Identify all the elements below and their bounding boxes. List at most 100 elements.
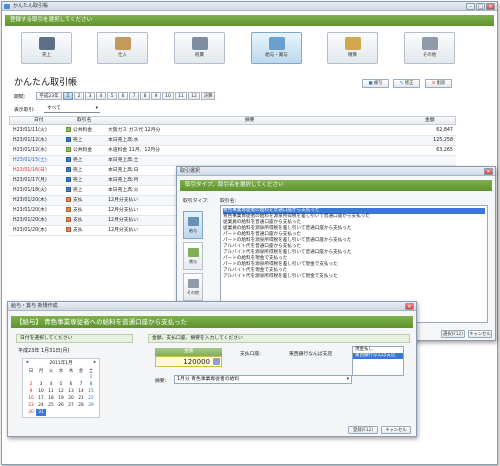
- tab-expense[interactable]: 経費: [174, 32, 225, 64]
- copy-button[interactable]: ■ 複写: [362, 79, 389, 88]
- row-summary: 12月分支払い: [108, 198, 139, 203]
- close-icon[interactable]: ×: [405, 303, 414, 310]
- row-date: H23/01/20(木): [13, 208, 47, 213]
- calendar-day[interactable]: 8: [86, 381, 96, 388]
- calendar-day[interactable]: 23: [26, 402, 36, 409]
- tab-salary[interactable]: 給与・賞与: [251, 32, 302, 64]
- month-2-button[interactable]: 2: [74, 92, 84, 100]
- row-summary: 本日売上高:土: [108, 158, 139, 163]
- row-category: 売上: [66, 176, 83, 186]
- maximize-icon[interactable]: □: [476, 3, 485, 10]
- month-7-button[interactable]: 7: [129, 92, 139, 100]
- month-4-button[interactable]: 4: [96, 92, 106, 100]
- weekday-label: 土: [88, 368, 94, 374]
- month-9-button[interactable]: 9: [151, 92, 161, 100]
- table-row[interactable]: H23/01/15(土) 売上 本日売上高:土: [9, 156, 456, 166]
- calendar-day[interactable]: 26: [56, 402, 66, 409]
- tab-purchase[interactable]: 仕入: [97, 32, 148, 64]
- tab-settlement[interactable]: 精算: [327, 32, 378, 64]
- table-row[interactable]: H23/01/12(水) 売上 本日売上高:水 125,258: [9, 136, 456, 146]
- calendar-grid: 日月火水木金土 1 2 3 4 5 6 7 8 9 10 11 12 13 14 15 16 17 18 19 20 21…: [26, 367, 96, 416]
- select-dialog-titlebar: 取引選択: [177, 167, 495, 176]
- month-1-button[interactable]: 1: [63, 92, 73, 100]
- month-8-button[interactable]: 8: [140, 92, 150, 100]
- main-titlebar: かんたん取引帳: [2, 2, 497, 11]
- calendar-day[interactable]: 31: [36, 409, 46, 416]
- tab-other[interactable]: その他: [404, 32, 455, 64]
- calendar-day[interactable]: 1: [86, 374, 96, 381]
- calendar-day[interactable]: 9: [26, 388, 36, 395]
- calendar-day[interactable]: 20: [66, 395, 76, 402]
- summary-input[interactable]: 1月分 青色事業専従者の給料 ▾: [174, 375, 352, 384]
- calendar-day[interactable]: 24: [36, 402, 46, 409]
- calendar-day[interactable]: 27: [66, 402, 76, 409]
- month-10-button[interactable]: 10: [162, 92, 174, 100]
- calendar-day[interactable]: 18: [46, 395, 56, 402]
- list-item[interactable]: アルバイト代を源泉所得税を差し引いて現金で支払った: [223, 274, 485, 280]
- calculator-icon[interactable]: [213, 358, 220, 365]
- window-title: かんたん取引帳: [13, 3, 49, 9]
- calendar-day[interactable]: 11: [46, 388, 56, 395]
- calendar-day[interactable]: 15: [86, 388, 96, 395]
- calendar-day[interactable]: 5: [56, 381, 66, 388]
- account-option-selected[interactable]: 東西銀行なんば支店: [353, 353, 403, 359]
- month-3-button[interactable]: 3: [85, 92, 95, 100]
- select-ok-button[interactable]: 選択(F12): [441, 330, 465, 338]
- select-cancel-button[interactable]: キャンセル: [468, 330, 492, 338]
- row-summary: 本日売上高:月: [108, 178, 139, 183]
- filter-label: 表示取引:: [14, 108, 35, 113]
- settlement-button[interactable]: 決算: [201, 92, 215, 100]
- type-other-button[interactable]: その他: [183, 273, 203, 301]
- calendar-next-icon[interactable]: ▸: [94, 360, 96, 365]
- category-icon: [66, 197, 71, 202]
- delete-button[interactable]: ⊘ 削除: [425, 79, 452, 88]
- table-row[interactable]: H23/01/12(水) 公共料金 水道料金 11月、12月分 63,265: [9, 146, 456, 156]
- entry-cancel-button[interactable]: キャンセル: [381, 426, 411, 434]
- account-list[interactable]: 現金払し 東西銀行なんば支店: [352, 346, 404, 376]
- table-row[interactable]: H23/01/11(火) 公共料金 大阪ガス ガス代 12月分 62,847: [9, 126, 456, 136]
- calendar-day[interactable]: 13: [66, 388, 76, 395]
- month-11-button[interactable]: 11: [175, 92, 187, 100]
- calendar-day[interactable]: 6: [66, 381, 76, 388]
- calendar-day[interactable]: 30: [26, 409, 36, 416]
- calendar-day[interactable]: 10: [36, 388, 46, 395]
- calendar-day[interactable]: 19: [56, 395, 66, 402]
- year-button[interactable]: 平成23年: [36, 92, 62, 100]
- filter-select[interactable]: すべて ▾: [44, 105, 100, 113]
- row-category: 公共料金: [66, 126, 92, 136]
- other-icon: [421, 37, 438, 50]
- calendar-day[interactable]: 17: [36, 395, 46, 402]
- edit-button[interactable]: ✎ 修正: [393, 79, 420, 88]
- entry-ok-button[interactable]: 登録(F12): [348, 426, 378, 434]
- calendar-day[interactable]: 28: [76, 402, 86, 409]
- row-date: H23/01/11(火): [13, 128, 47, 133]
- calendar-day[interactable]: 7: [76, 381, 86, 388]
- calendar-week: 2345678: [26, 381, 96, 388]
- close-icon[interactable]: ×: [486, 3, 495, 10]
- weekday-label: 日: [28, 368, 34, 374]
- minimize-icon[interactable]: –: [466, 3, 475, 10]
- calendar-day[interactable]: 22: [86, 395, 96, 402]
- type-bonus-button[interactable]: 賞与: [183, 242, 203, 270]
- calendar-day[interactable]: 12: [56, 388, 66, 395]
- weekday-label: 水: [58, 368, 64, 374]
- calendar-day[interactable]: 25: [46, 402, 56, 409]
- month-12-button[interactable]: 12: [188, 92, 200, 100]
- type-salary-button[interactable]: 給与: [183, 211, 203, 239]
- calendar-day[interactable]: 21: [76, 395, 86, 402]
- close-icon[interactable]: ×: [484, 168, 493, 175]
- calendar-day[interactable]: 3: [36, 381, 46, 388]
- amount-label: 金額: [155, 348, 222, 356]
- calendar-day[interactable]: 16: [26, 395, 36, 402]
- month-6-button[interactable]: 6: [118, 92, 128, 100]
- row-date: H23/01/17(月): [13, 178, 47, 183]
- tab-sales[interactable]: 売上: [21, 32, 72, 64]
- amount-input[interactable]: 120000: [155, 356, 222, 367]
- calendar-day[interactable]: 29: [86, 402, 96, 409]
- calendar-day[interactable]: 4: [46, 381, 56, 388]
- calendar-day[interactable]: 2: [26, 381, 36, 388]
- month-5-button[interactable]: 5: [107, 92, 117, 100]
- calendar-week: 16 17 18 19 20 21 22: [26, 395, 96, 402]
- calendar-day[interactable]: 14: [76, 388, 86, 395]
- table-header: 日付 取引名 摘要 金額: [9, 116, 456, 125]
